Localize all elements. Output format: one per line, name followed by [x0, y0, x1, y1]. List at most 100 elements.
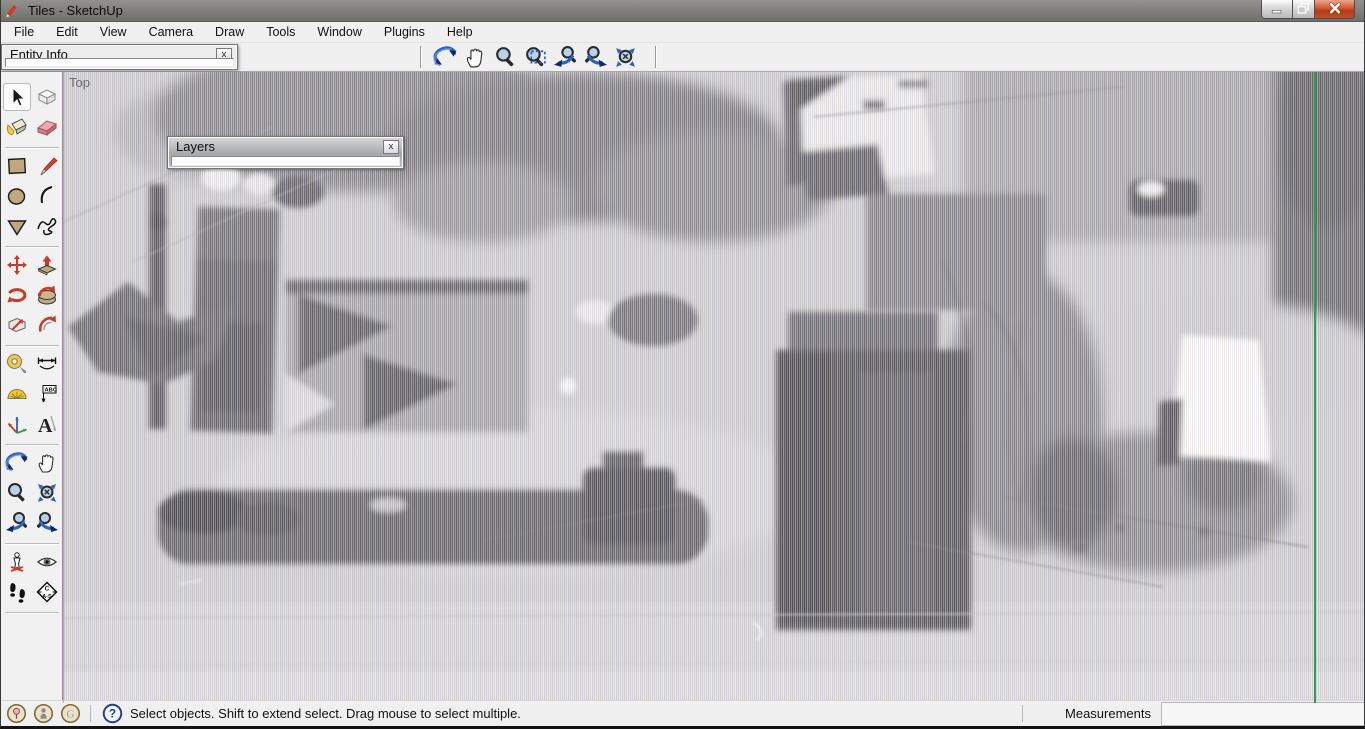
- measurements-box[interactable]: [1161, 702, 1364, 726]
- layers-close-button[interactable]: x: [383, 140, 399, 154]
- zoom-tool-button[interactable]: [490, 44, 520, 71]
- offset-tool-button[interactable]: [33, 311, 61, 339]
- menu-camera[interactable]: Camera: [138, 23, 204, 42]
- entity-info-panel[interactable]: Entity Info x: [1, 44, 238, 70]
- dimension-tool-button[interactable]: [33, 350, 61, 378]
- svg-text:?: ?: [109, 707, 116, 721]
- zoom-extents-tool-button[interactable]: [610, 44, 640, 71]
- menu-help[interactable]: Help: [436, 23, 484, 42]
- eraser-tool-button[interactable]: [33, 113, 61, 141]
- axes-tool-button[interactable]: [3, 410, 31, 438]
- orbit-tool-button[interactable]: [3, 449, 31, 477]
- zoom-previous-tool-button[interactable]: [550, 44, 580, 71]
- paint-bucket-tool-button[interactable]: [3, 113, 31, 141]
- minimize-button[interactable]: [1261, 0, 1293, 19]
- push-pull-tool-button[interactable]: [33, 251, 61, 279]
- orbit-tool-button[interactable]: [430, 44, 460, 71]
- title-bar[interactable]: Tiles - SketchUp: [1, 0, 1364, 22]
- svg-text:A-S: A-S: [42, 594, 52, 600]
- line-tool-button[interactable]: [33, 152, 61, 180]
- menu-tools[interactable]: Tools: [255, 23, 306, 42]
- zoom-window-tool-button[interactable]: [520, 44, 550, 71]
- walk-tool-button[interactable]: [3, 578, 31, 606]
- status-separator: [1022, 705, 1023, 722]
- google-icon[interactable]: G: [59, 702, 82, 725]
- palette-row: [1, 311, 62, 341]
- menu-draw[interactable]: Draw: [204, 23, 255, 42]
- palette-separator: [1, 242, 62, 251]
- 3d-text-tool-button[interactable]: A: [33, 410, 61, 438]
- menu-view[interactable]: View: [89, 23, 138, 42]
- palette-row: [1, 350, 62, 380]
- palette-row: [1, 113, 62, 143]
- palette-separator: [1, 539, 62, 548]
- palette-separator: [1, 341, 62, 350]
- palette-row: ABC: [1, 380, 62, 410]
- palette-row: [1, 83, 62, 113]
- sketchup-logo-icon: [4, 2, 24, 20]
- move-tool-button[interactable]: [3, 251, 31, 279]
- entity-info-tray: [5, 58, 234, 67]
- zoom-previous-tool-button[interactable]: [3, 509, 31, 537]
- restore-button[interactable]: [1293, 0, 1315, 19]
- rotate-tool-button[interactable]: [3, 281, 31, 309]
- svg-text:A: A: [38, 415, 53, 436]
- menu-bar: FileEditViewCameraDrawToolsWindowPlugins…: [1, 22, 1364, 43]
- close-button[interactable]: [1315, 0, 1355, 19]
- palette-row: [1, 548, 62, 578]
- green-axis-line: [1314, 72, 1316, 703]
- arc-tool-button[interactable]: [33, 182, 61, 210]
- status-message: Select objects. Shift to extend select. …: [130, 706, 521, 721]
- palette-row: [1, 182, 62, 212]
- viewport-edge-artifact: [63, 72, 64, 703]
- palette-separator: [1, 440, 62, 449]
- measurements-label: Measurements: [1031, 706, 1151, 721]
- layers-panel[interactable]: Layers x: [167, 136, 404, 169]
- palette-row: [1, 152, 62, 182]
- pan-tool-button[interactable]: [33, 449, 61, 477]
- pan-tool-button[interactable]: [460, 44, 490, 71]
- layers-tray: [171, 156, 400, 166]
- zoom-next-tool-button[interactable]: [33, 509, 61, 537]
- circle-tool-button[interactable]: [3, 182, 31, 210]
- palette-row: [1, 449, 62, 479]
- palette-row: CA-S: [1, 578, 62, 608]
- toolbar-separator: [420, 46, 422, 68]
- palette-row: [1, 479, 62, 509]
- make-component-tool-button[interactable]: [33, 83, 61, 111]
- geolocation-icon[interactable]: [5, 702, 28, 725]
- toolbar-separator: [655, 46, 657, 68]
- text-tool-button[interactable]: ABC: [33, 380, 61, 408]
- palette-row: [1, 281, 62, 311]
- svg-text:ABC: ABC: [44, 388, 57, 394]
- tool-palette: ABC A CA-S: [1, 72, 63, 700]
- palette-row: A: [1, 410, 62, 440]
- palette-row: [1, 509, 62, 539]
- zoom-extents-tool-button[interactable]: [33, 479, 61, 507]
- look-around-tool-button[interactable]: [33, 548, 61, 576]
- position-camera-tool-button[interactable]: [3, 548, 31, 576]
- polygon-tool-button[interactable]: [3, 212, 31, 240]
- follow-me-tool-button[interactable]: [33, 281, 61, 309]
- view-label: Top: [69, 75, 90, 90]
- freehand-tool-button[interactable]: [33, 212, 61, 240]
- scale-tool-button[interactable]: [3, 311, 31, 339]
- status-bar: G ? Select objects. Shift to extend sele…: [1, 700, 1364, 726]
- palette-row: [1, 212, 62, 242]
- attribution-icon[interactable]: [32, 702, 55, 725]
- protractor-tool-button[interactable]: [3, 380, 31, 408]
- tape-measure-tool-button[interactable]: [3, 350, 31, 378]
- window-controls: [1261, 0, 1355, 19]
- compass-tool-button[interactable]: CA-S: [33, 578, 61, 606]
- viewport[interactable]: Top Layers x: [63, 72, 1365, 703]
- zoom-tool-button[interactable]: [3, 479, 31, 507]
- menu-plugins[interactable]: Plugins: [373, 23, 436, 42]
- menu-file[interactable]: File: [3, 23, 45, 42]
- help-icon[interactable]: ?: [101, 702, 124, 725]
- sketchup-window: Tiles - SketchUp FileEditViewCameraDrawT…: [0, 0, 1365, 729]
- menu-edit[interactable]: Edit: [45, 23, 89, 42]
- menu-window[interactable]: Window: [306, 23, 372, 42]
- zoom-next-tool-button[interactable]: [580, 44, 610, 71]
- rectangle-tool-button[interactable]: [3, 152, 31, 180]
- select-tool-button[interactable]: [3, 83, 31, 111]
